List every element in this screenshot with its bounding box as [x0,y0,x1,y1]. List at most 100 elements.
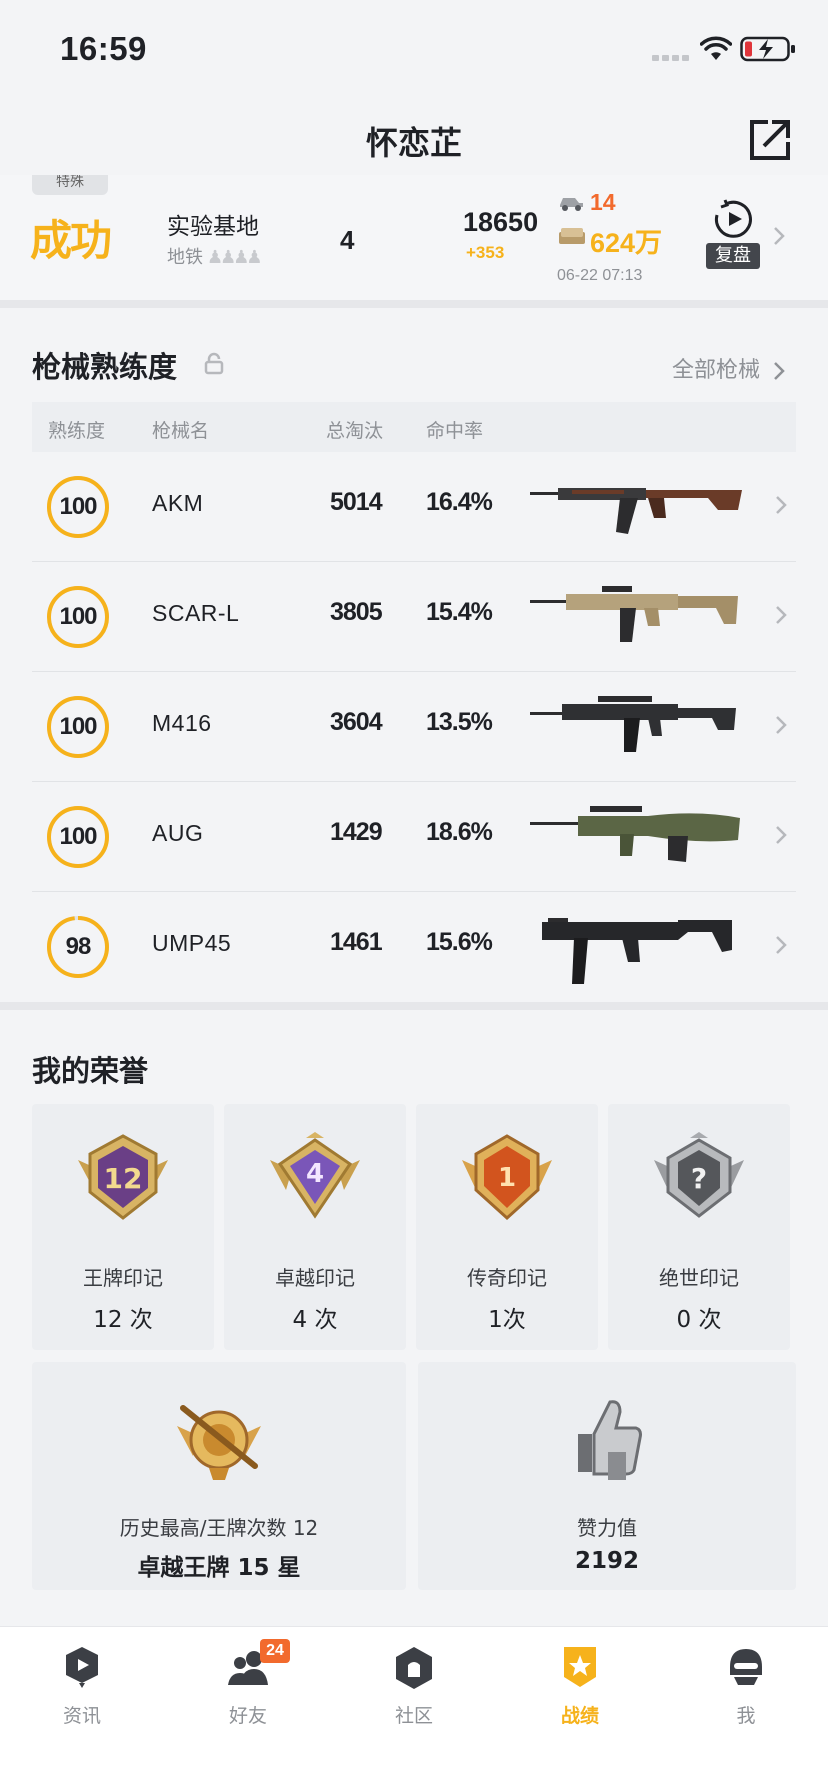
tab-bar: 资讯 24 好友 社区 战绩 我 [0,1626,828,1792]
car-icon [560,198,583,211]
lock-icon[interactable] [204,352,224,376]
honor-card-ace[interactable]: 12 王牌印记 12 次 [32,1104,214,1350]
tab-friends[interactable]: 24 好友 [188,1639,308,1735]
tab-label: 我 [736,1705,756,1727]
weapon-hit-rate: 18.6% [426,818,493,846]
scar-l-image [530,586,738,642]
map-name: 实验基地 [167,214,259,240]
community-icon [396,1647,432,1689]
honor-count: 4 次 [292,1307,338,1333]
weapon-hit-rate: 15.4% [426,598,493,626]
column-header: 枪械名 [152,420,210,442]
weapon-name: AUG [152,820,204,846]
thumbs-up-icon [578,1400,642,1480]
match-result: 成功 [30,216,112,265]
likes-value: 2192 [574,1548,639,1574]
mode-label: 地铁 [167,247,203,268]
battery-icon [740,36,795,62]
chevron-right-icon [776,606,787,624]
weapon-name: AKM [152,490,204,516]
weapon-name: UMP45 [152,930,232,956]
akm-image [530,488,742,534]
mastery-value: 98 [65,933,92,960]
match-datetime: 06-22 07:13 [557,267,643,284]
chevron-right-icon [776,496,787,514]
page-title: 怀恋芷 [365,124,462,162]
status-bar: 16:59 [0,0,828,100]
weapon-row[interactable]: 98 UMP45 1461 15.6% [32,892,796,1002]
weapon-row[interactable]: 100 SCAR-L 3805 15.4% [32,562,796,672]
best-rank-label: 历史最高/王牌次数 12 [119,1516,319,1540]
likes-label: 赞力值 [577,1516,637,1540]
replay-button[interactable]: 复盘 [706,197,760,269]
mastery-value: 100 [59,823,97,850]
honor-name: 传奇印记 [467,1266,547,1290]
tab-community[interactable]: 社区 [354,1645,474,1735]
honors-section-title: 我的荣誉 [32,1054,149,1088]
weapon-row[interactable]: 100 AKM 5014 16.4% [32,452,796,562]
tab-label: 社区 [394,1705,433,1727]
honor-card-unique[interactable]: ? 绝世印记 0 次 [608,1104,790,1350]
match-card[interactable]: 特殊 成功 实验基地 地铁 ♟♟♟♟ 4 18650 +353 14 624万 0… [0,175,828,300]
section-divider [0,300,828,308]
section-divider [0,1002,828,1010]
signal-icon [652,55,692,61]
chevron-right-icon [776,826,787,844]
legend-emblem-icon: 1 [462,1134,552,1221]
all-weapons-link[interactable]: 全部枪械 [672,352,785,384]
replay-icon [714,199,752,238]
honor-count: 1次 [488,1307,526,1333]
honor-card-legend[interactable]: 1 传奇印记 1次 [416,1104,598,1350]
best-rank-emblem-icon [177,1405,261,1480]
record-icon [564,1647,596,1687]
column-header: 命中率 [426,420,484,442]
money-value: 624万 [590,228,663,258]
weapon-hit-rate: 13.5% [426,708,493,736]
ace-emblem-icon: 12 [78,1134,168,1220]
weapon-row[interactable]: 100 M416 3604 13.5% [32,672,796,782]
chevron-right-icon [774,362,785,380]
weapon-kills: 5014 [330,488,383,516]
likes-card[interactable]: 赞力值 2192 [418,1362,796,1590]
weapon-kills: 1429 [330,818,383,846]
share-icon[interactable] [748,118,792,162]
emblem-text: ? [691,1162,707,1195]
tab-news[interactable]: 资讯 [22,1645,142,1735]
tab-label: 资讯 [62,1705,101,1727]
honor-card-elite[interactable]: 4 卓越印记 4 次 [224,1104,406,1350]
squad-icon: ♟♟♟♟ [207,247,263,268]
mastery-value: 100 [59,493,97,520]
tab-label: 好友 [228,1705,267,1727]
best-rank-card[interactable]: 历史最高/王牌次数 12 卓越王牌 15 星 [32,1362,406,1590]
emblem-text: 1 [498,1163,516,1193]
unique-emblem-icon: ? [654,1132,744,1218]
status-time: 16:59 [60,30,147,67]
honor-count: 12 次 [93,1307,153,1333]
honor-count: 0 次 [676,1307,722,1333]
chevron-right-icon [776,716,787,734]
tab-profile[interactable]: 我 [686,1645,806,1735]
tab-record[interactable]: 战绩 [520,1645,640,1735]
mastery-value: 100 [59,713,97,740]
best-rank-value: 卓越王牌 15 星 [137,1555,301,1581]
match-score: 18650 [463,207,539,237]
weapon-kills: 1461 [330,928,383,956]
weapon-row[interactable]: 100 AUG 1429 18.6% [32,782,796,892]
honor-name: 卓越印记 [275,1266,355,1290]
map-mode: 地铁 ♟♟♟♟ [167,243,263,269]
news-icon [66,1647,98,1688]
weapons-section-title: 枪械熟练度 [32,350,178,384]
emblem-text: 4 [306,1159,324,1189]
honor-name: 王牌印记 [83,1266,163,1290]
emblem-text: 12 [104,1162,143,1195]
mode-tag: 特殊 [32,175,108,195]
column-header: 熟练度 [48,420,106,442]
chevron-right-icon [774,227,785,245]
weapon-hit-rate: 16.4% [426,488,493,516]
aug-image [530,806,740,862]
wifi-icon [700,36,732,60]
weapon-name: M416 [152,710,212,736]
honor-name: 绝世印记 [659,1266,739,1290]
profile-icon [730,1649,762,1685]
weapons-table-header: 熟练度 枪械名 总淘汰 命中率 [32,402,796,452]
